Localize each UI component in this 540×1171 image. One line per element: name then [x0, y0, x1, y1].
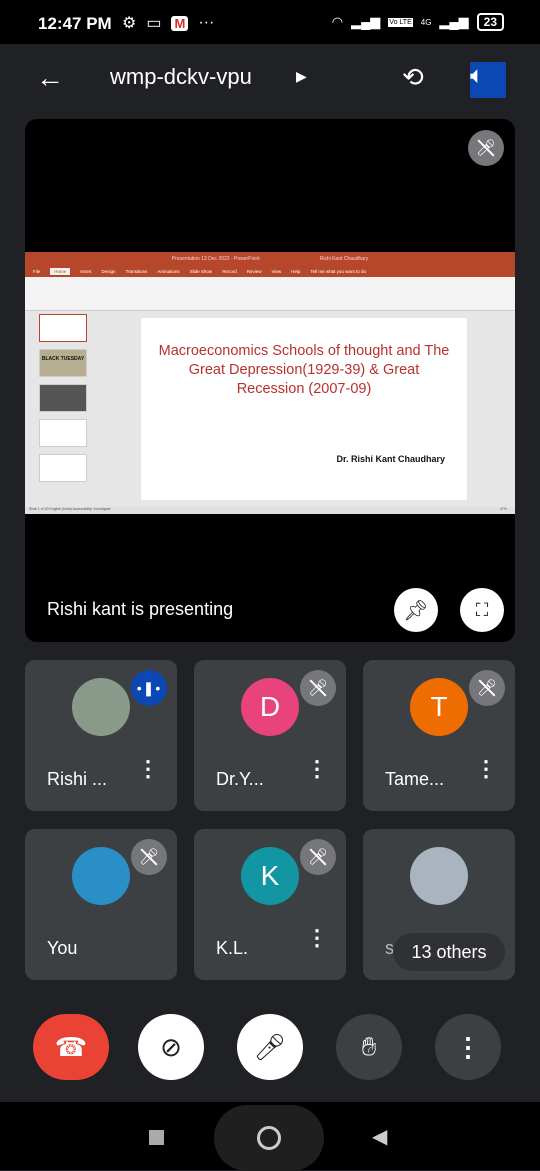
status-bar: 12:47 PM ⚙ ▭ M ··· ◠ ▂▄▆ Vo LTE 4G ▂▄▆ 2…: [0, 0, 540, 44]
ppt-tab: Insert: [80, 269, 92, 274]
ppt-tab: File: [33, 269, 41, 274]
signal-icon-2: ▂▄▆: [439, 14, 469, 29]
gmail-icon: M: [171, 15, 189, 31]
ppt-status-bar: Slide 1 of 20 English (India) Accessibil…: [25, 507, 515, 514]
more-notifications-icon: ···: [198, 14, 215, 31]
slide-thumb: [39, 419, 87, 447]
slide-thumb: [39, 384, 87, 412]
signal-icon: ▂▄▆: [351, 14, 381, 29]
ppt-tab: Tell me what you want to do: [310, 269, 366, 274]
ppt-tab: Animations: [157, 269, 180, 274]
end-call-button[interactable]: ☎: [33, 1014, 109, 1080]
unpin-icon: 📌︎: [403, 599, 429, 622]
ppt-ribbon: [25, 277, 515, 311]
more-options-button[interactable]: ⋮: [435, 1014, 501, 1080]
avatar: T: [410, 678, 468, 736]
participant-tile[interactable]: You 🎤︎: [25, 829, 177, 980]
participant-name: Dr.Y...: [216, 769, 264, 789]
ppt-tab: Slide Show: [189, 269, 213, 274]
camera-toggle-button[interactable]: ⊘: [138, 1014, 204, 1080]
ppt-tab: Help: [291, 269, 301, 274]
ppt-tab: Record: [222, 269, 237, 274]
participant-name: Rishi ...: [47, 769, 108, 789]
presentation-stage: 🎤︎ Presentation 13 Dec 2022 - PowerPoint…: [25, 119, 515, 642]
system-nav-bar: ◀: [0, 1102, 540, 1171]
wifi-icon: ◠: [331, 14, 344, 29]
raise-hand-button[interactable]: ✋︎: [336, 1014, 402, 1080]
video-icon: ▭: [146, 15, 162, 32]
mic-off-icon: 🎤︎: [300, 670, 336, 706]
speaker-icon[interactable]: 🔈︎: [470, 62, 506, 98]
back-arrow-icon[interactable]: ←: [36, 62, 64, 94]
switch-camera-icon[interactable]: ⟲: [402, 62, 424, 93]
ppt-tab: Review: [246, 269, 262, 274]
slide-thumb: [39, 314, 87, 342]
recents-button[interactable]: [149, 1130, 164, 1145]
participant-tile[interactable]: Rishi ... ⋮ •❚•: [25, 660, 177, 811]
participant-menu-button[interactable]: ⋮: [475, 758, 497, 780]
home-button[interactable]: [214, 1105, 324, 1171]
mic-off-icon: 🎤︎: [253, 1031, 287, 1062]
network-type: 4G: [420, 17, 432, 27]
volte-icon: Vo LTE: [388, 17, 413, 27]
speaking-indicator-icon: •❚•: [131, 670, 167, 706]
current-slide: Macroeconomics Schools of thought and Th…: [141, 318, 467, 500]
slide-author: Dr. Rishi Kant Chaudhary: [336, 454, 445, 464]
participant-name: K.L.: [216, 938, 249, 958]
avatar: [410, 847, 468, 905]
presenting-label: Rishi kant is presenting: [47, 599, 234, 619]
shared-screen: Presentation 13 Dec 2022 - PowerPoint Ris…: [25, 252, 515, 514]
unpin-button[interactable]: 📌︎: [394, 588, 438, 632]
ppt-window-title: Presentation 13 Dec 2022 - PowerPoint: [171, 256, 260, 262]
caret-right-icon[interactable]: ▶: [296, 68, 307, 85]
participant-tile[interactable]: K K.L. ⋮ 🎤︎: [194, 829, 346, 980]
mic-toggle-button[interactable]: 🎤︎: [237, 1014, 303, 1080]
participant-tile[interactable]: sa13 others: [363, 829, 515, 980]
battery-indicator: 23: [476, 13, 504, 31]
ppt-zoom: 47%: [499, 507, 507, 511]
more-vert-icon: ⋮: [455, 1031, 481, 1062]
ppt-ribbon-tabs: File Home Insert Design Transitions Anim…: [25, 266, 515, 277]
mic-off-icon: 🎤︎: [131, 839, 167, 875]
fullscreen-icon: ⛶: [475, 599, 489, 620]
others-count-button[interactable]: 13 others: [393, 933, 505, 971]
mic-off-icon: 🎤︎: [469, 670, 505, 706]
participant-menu-button[interactable]: ⋮: [306, 758, 328, 780]
avatar: D: [241, 678, 299, 736]
ppt-tab: Transitions: [125, 269, 148, 274]
back-button[interactable]: ◀: [372, 1124, 387, 1149]
ppt-tab: Design: [101, 269, 116, 274]
avatar: K: [241, 847, 299, 905]
video-off-icon: ⊘: [160, 1031, 182, 1062]
fullscreen-button[interactable]: ⛶: [460, 588, 504, 632]
phone-hangup-icon: ☎: [54, 1031, 88, 1062]
mic-off-icon: 🎤︎: [300, 839, 336, 875]
clock: 12:47 PM: [38, 14, 112, 33]
ppt-status: Slide 1 of 20 English (India) Accessibil…: [29, 507, 111, 511]
avatar: [72, 678, 130, 736]
meeting-code[interactable]: wmp-dckv-vpu: [110, 64, 252, 90]
slide-title: Macroeconomics Schools of thought and Th…: [158, 343, 450, 397]
ppt-tab: Home: [50, 268, 71, 275]
hand-icon: ✋︎: [361, 1031, 377, 1061]
ppt-user: Rishi Kant Chaudhary: [319, 256, 369, 262]
participant-tile[interactable]: D Dr.Y... ⋮ 🎤︎: [194, 660, 346, 811]
ppt-titlebar: Presentation 13 Dec 2022 - PowerPoint Ris…: [25, 252, 515, 266]
participant-tile[interactable]: T Tame... ⋮ 🎤︎: [363, 660, 515, 811]
avatar: [72, 847, 130, 905]
settings-icon: ⚙: [122, 15, 137, 32]
ppt-tab: View: [271, 269, 282, 274]
slide-thumb: BLACK TUESDAY: [39, 349, 87, 377]
ppt-thumbnails: BLACK TUESDAY: [31, 314, 93, 504]
home-icon: [257, 1126, 281, 1150]
mic-off-icon: 🎤︎: [468, 130, 504, 166]
participant-name: Tame...: [385, 769, 445, 789]
slide-thumb: [39, 454, 87, 482]
participant-name: You: [47, 938, 78, 958]
participant-menu-button[interactable]: ⋮: [137, 758, 159, 780]
participant-menu-button[interactable]: ⋮: [306, 927, 328, 949]
